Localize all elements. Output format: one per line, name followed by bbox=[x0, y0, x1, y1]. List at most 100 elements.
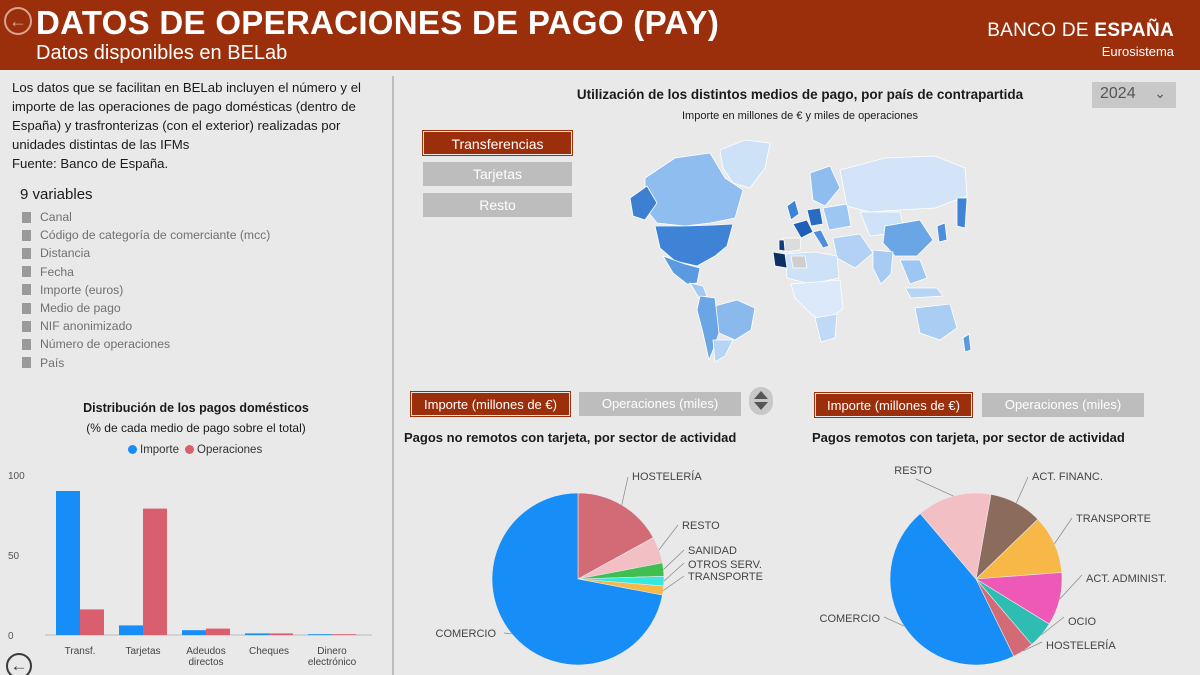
variable-label: Número de operaciones bbox=[40, 337, 171, 352]
variable-label: País bbox=[40, 355, 65, 370]
variable-item[interactable]: Medio de pago bbox=[22, 299, 270, 317]
legend-item-operaciones[interactable]: Operaciones bbox=[185, 444, 262, 456]
page-title: DATOS DE OPERACIONES DE PAGO (PAY) bbox=[36, 4, 720, 41]
operaciones-toggle-right[interactable]: Operaciones (miles) bbox=[982, 393, 1144, 417]
map-country-italy[interactable] bbox=[812, 229, 830, 249]
map-country-far-east[interactable] bbox=[956, 197, 968, 229]
map-country-middle-east[interactable] bbox=[832, 233, 874, 269]
sort-up-icon bbox=[754, 391, 768, 399]
x-tick-label: Cheques bbox=[249, 646, 289, 657]
bar-chart-title: Distribución de los pagos domésticos bbox=[83, 401, 309, 415]
slicer-square-icon bbox=[22, 247, 31, 259]
map-country-india[interactable] bbox=[872, 249, 894, 285]
map-country-central-america[interactable] bbox=[689, 282, 708, 299]
bar-operaciones[interactable] bbox=[269, 633, 293, 635]
variable-item[interactable]: Fecha bbox=[22, 263, 270, 281]
bar-importe[interactable] bbox=[119, 625, 143, 635]
pie-slice-label: COMERCIO bbox=[820, 613, 881, 625]
slicer-square-icon bbox=[22, 229, 31, 241]
y-tick-label: 100 bbox=[8, 471, 25, 482]
importe-toggle-left[interactable]: Importe (millones de €) bbox=[410, 391, 571, 417]
pie-slice-label: HOSTELERÍA bbox=[632, 470, 702, 483]
bar-operaciones[interactable] bbox=[143, 508, 167, 635]
bar-operaciones[interactable] bbox=[332, 634, 356, 635]
panel-divider bbox=[392, 76, 394, 675]
map-country-south-africa[interactable] bbox=[814, 313, 838, 343]
map-country-japan[interactable] bbox=[936, 222, 948, 243]
map-country-brazil[interactable] bbox=[714, 299, 756, 341]
transferencias-button[interactable]: Transferencias bbox=[422, 130, 573, 156]
pie-label-leader bbox=[663, 549, 685, 570]
bar-operaciones[interactable] bbox=[80, 609, 104, 635]
pie-label-leader bbox=[1016, 476, 1029, 504]
pie-label-leader bbox=[915, 478, 954, 497]
map-country-algeria[interactable] bbox=[790, 255, 808, 269]
legend-item-importe[interactable]: Importe bbox=[128, 444, 179, 456]
map-country-russia[interactable] bbox=[839, 155, 968, 213]
world-map[interactable] bbox=[615, 128, 975, 363]
legend-label: Operaciones bbox=[197, 444, 263, 456]
importe-toggle-right[interactable]: Importe (millones de €) bbox=[814, 392, 973, 418]
map-country-southeast-asia[interactable] bbox=[899, 259, 928, 285]
sort-toggle-icon[interactable] bbox=[749, 387, 773, 415]
pie-chart-no-remotos[interactable]: HOSTELERÍA RESTO SANIDAD OTROS SERV.TRANSPO… bbox=[400, 455, 792, 675]
variable-item[interactable]: Código de categoría de comerciante (mcc) bbox=[22, 226, 270, 244]
bar-operaciones[interactable] bbox=[206, 628, 230, 635]
description-text: Los datos que se facilitan en BELab incl… bbox=[12, 78, 384, 173]
year-value: 2024 bbox=[1100, 85, 1136, 102]
map-country-argentina[interactable] bbox=[712, 339, 734, 363]
operaciones-toggle-left[interactable]: Operaciones (miles) bbox=[579, 392, 741, 416]
variable-label: Importe (euros) bbox=[40, 282, 124, 297]
y-tick-label: 50 bbox=[8, 551, 20, 562]
bar-importe[interactable] bbox=[245, 633, 269, 635]
description-line: unidades distintas de las IFMs bbox=[12, 137, 190, 152]
x-tick-label: Adeudos bbox=[186, 646, 225, 657]
map-country-australia[interactable] bbox=[914, 303, 958, 341]
back-arrow-icon[interactable]: ← bbox=[4, 7, 32, 35]
left-panel: Los datos que se facilitan en BELab incl… bbox=[0, 70, 392, 675]
slicer-square-icon bbox=[22, 357, 31, 369]
variable-item[interactable]: Número de operaciones bbox=[22, 335, 270, 353]
variable-item[interactable]: Importe (euros) bbox=[22, 281, 270, 299]
legend-dot-icon bbox=[185, 445, 194, 455]
map-country-uk[interactable] bbox=[786, 199, 800, 221]
brand-text: BANCO DE bbox=[987, 20, 1095, 41]
variable-label: Fecha bbox=[40, 264, 74, 279]
bar-importe[interactable] bbox=[182, 630, 206, 635]
variable-item[interactable]: NIF anonimizado bbox=[22, 317, 270, 335]
variable-item[interactable]: Distancia bbox=[22, 244, 270, 262]
variables-title: 9 variables bbox=[20, 186, 93, 203]
map-country-portugal[interactable] bbox=[778, 239, 786, 252]
pie-slice-label: RESTO bbox=[894, 465, 932, 477]
page-subtitle: Datos disponibles en BELab bbox=[36, 42, 288, 64]
back-arrow-icon[interactable]: ← bbox=[6, 653, 32, 675]
map-country-china[interactable] bbox=[882, 219, 934, 257]
map-subtitle: Importe en millones de € y miles de oper… bbox=[681, 110, 918, 122]
map-country-germany[interactable] bbox=[806, 207, 824, 227]
tarjetas-button[interactable]: Tarjetas bbox=[423, 162, 572, 186]
legend-dot-icon bbox=[128, 445, 137, 455]
map-country-morocco[interactable] bbox=[772, 251, 788, 269]
resto-button[interactable]: Resto bbox=[423, 193, 572, 217]
brand-text-bold: ESPAÑA bbox=[1094, 20, 1174, 41]
description-line: España) y trasfronterizas (con el exteri… bbox=[12, 118, 341, 133]
map-country-indonesia[interactable] bbox=[904, 287, 944, 299]
brand-subtitle: Eurosistema bbox=[1101, 44, 1174, 59]
variable-label: Medio de pago bbox=[40, 301, 121, 316]
pie-slice-label: HOSTELERÍA bbox=[1046, 639, 1116, 652]
map-country-scandinavia[interactable] bbox=[809, 165, 841, 207]
bar-importe[interactable] bbox=[56, 491, 80, 635]
pie-label-leader bbox=[1059, 574, 1083, 600]
year-dropdown[interactable]: 2024 ⌄ bbox=[1092, 82, 1176, 108]
map-countries bbox=[629, 139, 972, 363]
variable-item[interactable]: Canal bbox=[22, 208, 270, 226]
map-country-eastern-europe[interactable] bbox=[822, 203, 852, 231]
pie-chart-remotos[interactable]: ACT. FINANC. TRANSPORTE ACT. ADMINIST. OCIO… bbox=[800, 455, 1198, 675]
map-country-new-zealand[interactable] bbox=[962, 333, 972, 353]
sort-down-icon bbox=[754, 402, 768, 410]
variable-item[interactable]: País bbox=[22, 354, 270, 372]
bar-importe[interactable] bbox=[308, 634, 332, 635]
pie-slice-label: TRANSPORTE bbox=[1076, 513, 1151, 525]
map-country-spain[interactable] bbox=[782, 237, 802, 253]
chevron-down-icon: ⌄ bbox=[1154, 85, 1166, 101]
